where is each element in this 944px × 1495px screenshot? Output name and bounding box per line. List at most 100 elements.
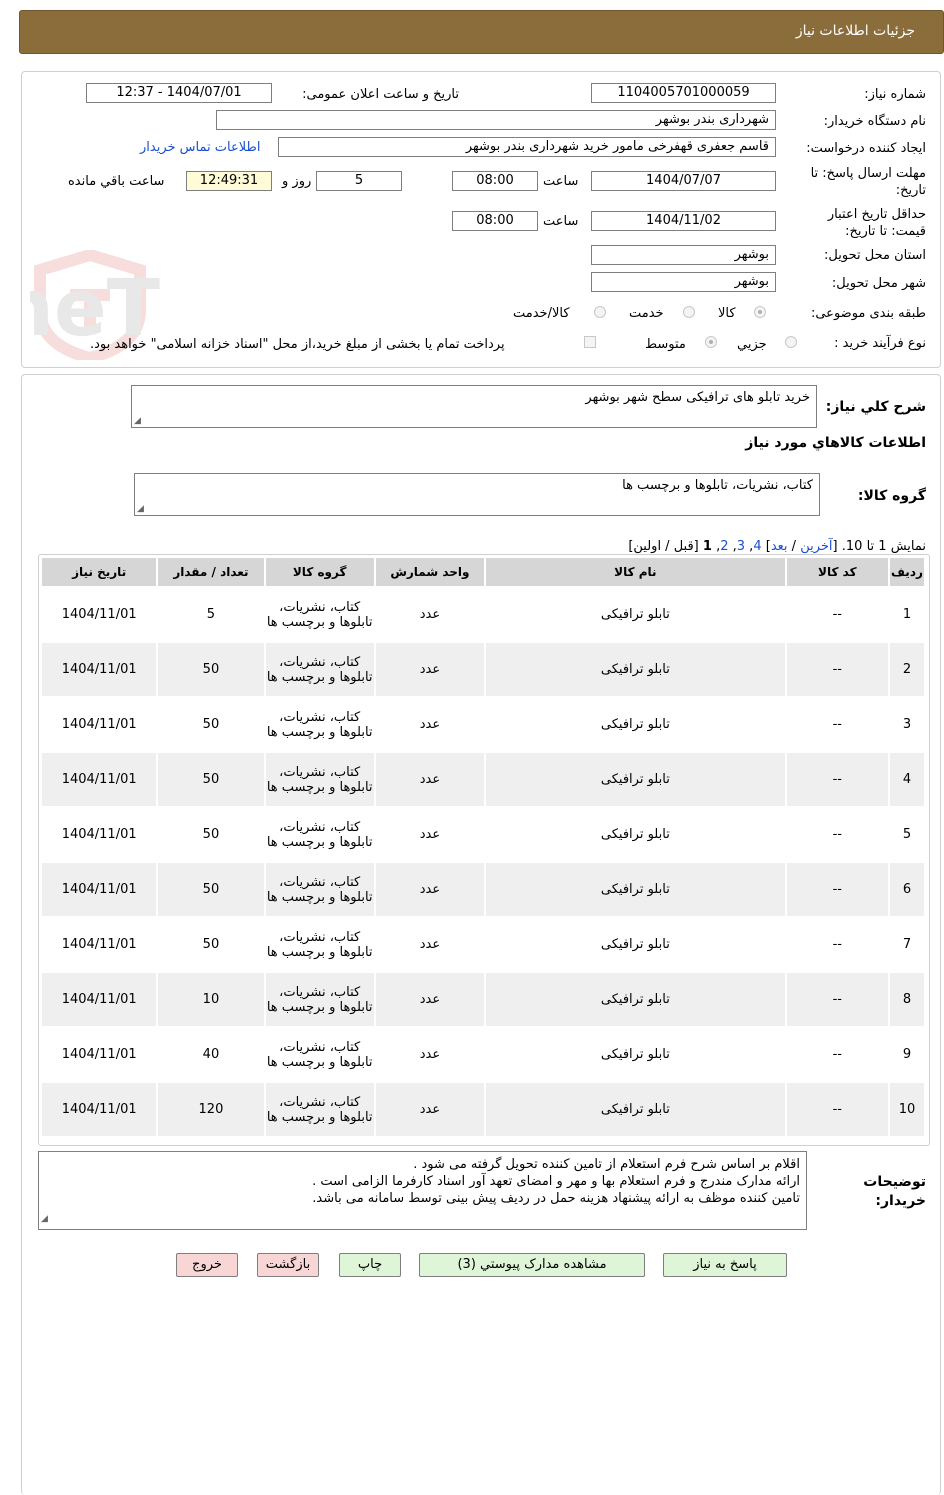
cell-item-code: -- bbox=[786, 973, 888, 1026]
days-field: 5 bbox=[316, 171, 402, 191]
cell-row-number: 9 bbox=[889, 1028, 924, 1081]
cell-row-number: 3 bbox=[889, 698, 924, 751]
process-medium-label: متوسط bbox=[645, 337, 686, 352]
table-row: 8 -- تابلو ترافیکی عدد کتاب، نشریات، تاب… bbox=[42, 973, 924, 1026]
cell-group: کتاب، نشریات، تابلوها و برچسب ها bbox=[265, 1028, 374, 1081]
view-attachments-button[interactable]: مشاهده مدارک پیوستي (3) bbox=[419, 1253, 645, 1277]
resize-grip-icon[interactable]: ◢ bbox=[41, 1211, 48, 1228]
process-radio-medium[interactable] bbox=[705, 336, 717, 348]
cell-row-number: 4 bbox=[889, 753, 924, 806]
cell-unit: عدد bbox=[375, 973, 485, 1026]
process-label: نوع فرآیند خرید : bbox=[834, 336, 926, 351]
page-header: جزئیات اطلاعات نیاز bbox=[19, 10, 944, 54]
reply-button[interactable]: پاسخ به نياز bbox=[663, 1253, 787, 1277]
col-item-name[interactable]: نام کالا bbox=[486, 558, 785, 586]
cell-quantity: 10 bbox=[158, 973, 264, 1026]
cell-item-code: -- bbox=[786, 863, 888, 916]
requester-label: ایجاد کننده درخواست: bbox=[806, 141, 926, 156]
reply-date-field: 1404/07/07 bbox=[591, 171, 776, 191]
col-item-code[interactable]: کد کالا bbox=[786, 558, 888, 586]
col-unit[interactable]: واحد شمارش bbox=[375, 558, 485, 586]
cell-unit: عدد bbox=[375, 918, 485, 971]
table-row: 3 -- تابلو ترافیکی عدد کتاب، نشریات، تاب… bbox=[42, 698, 924, 751]
cell-item-name: تابلو ترافیکی bbox=[486, 753, 785, 806]
buyer-notes-line: تامین کننده موظف به ارائه پیشنهاد هزینه … bbox=[312, 1191, 800, 1206]
cell-group: کتاب، نشریات، تابلوها و برچسب ها bbox=[265, 1083, 374, 1136]
process-radio-minor[interactable] bbox=[785, 336, 797, 348]
cell-need-date: 1404/11/01 bbox=[42, 753, 157, 806]
pagination-next[interactable]: بعد bbox=[771, 539, 788, 554]
days-label: روز و bbox=[282, 174, 312, 189]
resize-grip-icon[interactable]: ◢ bbox=[137, 504, 144, 514]
buyer-notes-field[interactable]: اقلام بر اساس شرح فرم استعلام از تامین ک… bbox=[38, 1151, 807, 1230]
page-title: جزئیات اطلاعات نیاز bbox=[795, 23, 915, 39]
cell-unit: عدد bbox=[375, 1028, 485, 1081]
need-number-label: شماره نیاز: bbox=[864, 87, 926, 102]
need-number-field: 1104005701000059 bbox=[591, 83, 776, 103]
col-quantity[interactable]: تعداد / مقدار bbox=[158, 558, 264, 586]
cell-group: کتاب، نشریات، تابلوها و برچسب ها bbox=[265, 863, 374, 916]
announce-field: 1404/07/01 - 12:37 bbox=[86, 83, 272, 103]
print-button[interactable]: چاپ bbox=[339, 1253, 401, 1277]
table-row: 2 -- تابلو ترافیکی عدد کتاب، نشریات، تاب… bbox=[42, 643, 924, 696]
table-row: 6 -- تابلو ترافیکی عدد کتاب، نشریات، تاب… bbox=[42, 863, 924, 916]
cell-item-code: -- bbox=[786, 1028, 888, 1081]
pagination-page-4[interactable]: 4 bbox=[753, 539, 761, 554]
cell-group: کتاب، نشریات، تابلوها و برچسب ها bbox=[265, 588, 374, 641]
cell-item-code: -- bbox=[786, 698, 888, 751]
pagination-sep: / bbox=[791, 539, 797, 554]
buyer-notes-line: اقلام بر اساس شرح فرم استعلام از تامین ک… bbox=[413, 1157, 800, 1172]
exit-button[interactable]: خروج bbox=[176, 1253, 238, 1277]
cell-unit: عدد bbox=[375, 1083, 485, 1136]
cell-item-name: تابلو ترافیکی bbox=[486, 863, 785, 916]
category-radio-service[interactable] bbox=[683, 306, 695, 318]
goods-group-label: گروه کالا: bbox=[857, 488, 926, 504]
items-table: ردیف کد کالا نام کالا واحد شمارش گروه کا… bbox=[40, 556, 926, 1138]
cell-quantity: 50 bbox=[158, 863, 264, 916]
back-button[interactable]: بازگشت bbox=[257, 1253, 319, 1277]
cell-item-code: -- bbox=[786, 1083, 888, 1136]
buyer-contact-link[interactable]: اطلاعات تماس خریدار bbox=[140, 140, 260, 155]
cell-group: کتاب، نشریات، تابلوها و برچسب ها bbox=[265, 698, 374, 751]
cell-item-name: تابلو ترافیکی bbox=[486, 973, 785, 1026]
cell-row-number: 7 bbox=[889, 918, 924, 971]
cell-quantity: 120 bbox=[158, 1083, 264, 1136]
cell-item-code: -- bbox=[786, 643, 888, 696]
treasury-checkbox[interactable] bbox=[584, 336, 596, 348]
category-radio-goods-service[interactable] bbox=[594, 306, 606, 318]
col-group[interactable]: گروه کالا bbox=[265, 558, 374, 586]
pagination-prev-first: [قبل / اولین] bbox=[628, 539, 699, 554]
cell-row-number: 8 bbox=[889, 973, 924, 1026]
category-radio-goods[interactable] bbox=[754, 306, 766, 318]
cell-unit: عدد bbox=[375, 808, 485, 861]
pagination-last[interactable]: آخرین bbox=[800, 539, 832, 554]
goods-group-field[interactable]: کتاب، نشریات، تابلوها و برچسب ها ◢ bbox=[134, 473, 820, 516]
validity-time-field: 08:00 bbox=[452, 211, 538, 231]
pagination-page-2[interactable]: 2 bbox=[720, 539, 728, 554]
cell-unit: عدد bbox=[375, 863, 485, 916]
resize-grip-icon[interactable]: ◢ bbox=[134, 416, 141, 426]
table-row: 7 -- تابلو ترافیکی عدد کتاب، نشریات، تاب… bbox=[42, 918, 924, 971]
table-row: 9 -- تابلو ترافیکی عدد کتاب، نشریات، تاب… bbox=[42, 1028, 924, 1081]
description-field[interactable]: خرید تابلو های ترافیکی سطح شهر بوشهر ◢ bbox=[131, 385, 817, 428]
pagination-page-3[interactable]: 3 bbox=[737, 539, 745, 554]
goods-section-title: اطلاعات کالاهاي مورد نياز bbox=[745, 435, 926, 451]
cell-need-date: 1404/11/01 bbox=[42, 1028, 157, 1081]
treasury-note: پرداخت تمام یا بخشی از مبلغ خرید،از محل … bbox=[90, 337, 505, 352]
cell-need-date: 1404/11/01 bbox=[42, 973, 157, 1026]
announce-label: تاریخ و ساعت اعلان عمومی: bbox=[302, 87, 459, 102]
cell-row-number: 1 bbox=[889, 588, 924, 641]
col-need-date[interactable]: تاریخ نیاز bbox=[42, 558, 157, 586]
validity-label: حداقل تاریخ اعتبار قیمت: تا تاریخ: bbox=[827, 207, 926, 239]
cell-row-number: 2 bbox=[889, 643, 924, 696]
col-row-number[interactable]: ردیف bbox=[889, 558, 924, 586]
cell-unit: عدد bbox=[375, 588, 485, 641]
buyer-org-label: نام دستگاه خریدار: bbox=[823, 114, 926, 129]
pagination-bracket: [ bbox=[832, 539, 838, 554]
cell-unit: عدد bbox=[375, 753, 485, 806]
reply-time-label: ساعت bbox=[543, 174, 579, 189]
category-goods-service-label: کالا/خدمت bbox=[513, 306, 570, 321]
category-goods-label: کالا bbox=[718, 306, 736, 321]
cell-need-date: 1404/11/01 bbox=[42, 1083, 157, 1136]
cell-need-date: 1404/11/01 bbox=[42, 698, 157, 751]
